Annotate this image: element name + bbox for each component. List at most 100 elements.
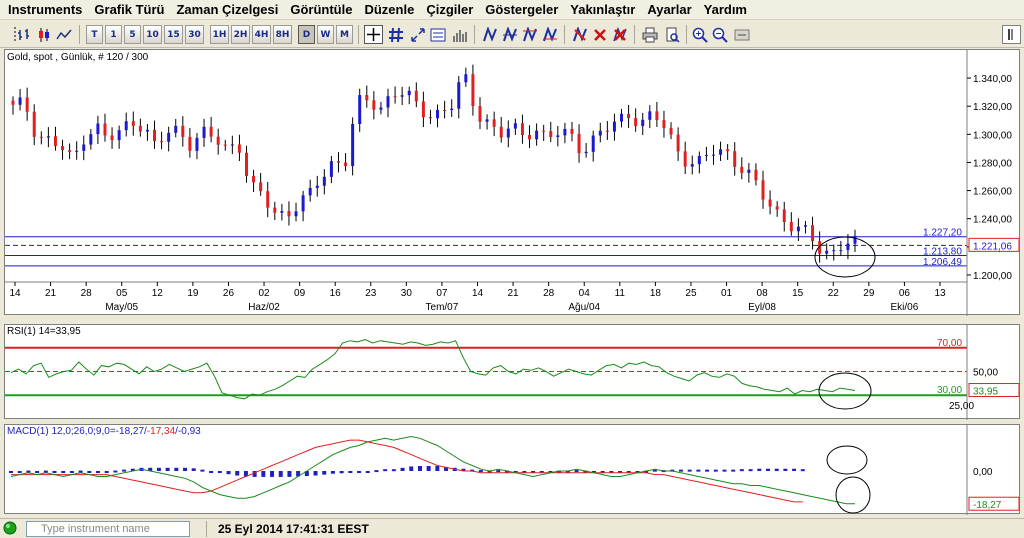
rsi-chart: 70,00 30,00 50,00 25,00 33,95 — [5, 325, 1020, 420]
auto-scale-icon[interactable] — [408, 25, 427, 44]
macd-annotation-circle — [826, 445, 868, 475]
price-tick-label: 1.200,00 — [973, 271, 1012, 282]
instrument-search-input[interactable] — [26, 521, 190, 537]
period-button-30[interactable]: 30 — [185, 25, 204, 44]
date-tick-label: 19 — [187, 288, 199, 299]
menu-zaman-izelgesi[interactable]: Zaman Çizelgesi — [170, 0, 284, 20]
print-preview-icon[interactable] — [662, 25, 681, 44]
macd-histogram-bar — [478, 470, 483, 473]
candle — [181, 116, 185, 147]
menu-instruments[interactable]: Instruments — [2, 0, 88, 20]
macd-histogram-bar — [174, 467, 179, 471]
delete-all-icon[interactable] — [610, 25, 629, 44]
candle — [584, 143, 588, 158]
rsi-last-value: 33,95 — [973, 387, 998, 398]
period-button-m[interactable]: M — [336, 25, 353, 44]
macd-histogram-bar — [574, 470, 579, 473]
line-chart-icon[interactable] — [54, 25, 73, 44]
menu-grafik-t-r-[interactable]: Grafik Türü — [88, 0, 170, 20]
date-tick-label: 26 — [223, 288, 235, 299]
menu-yard-m[interactable]: Yardım — [698, 0, 753, 20]
period-button-t[interactable]: T — [86, 25, 103, 44]
candle — [344, 152, 348, 172]
candle — [400, 86, 404, 106]
macd-histogram-bar — [17, 471, 22, 473]
macd-histogram-bar — [713, 469, 718, 472]
candle — [428, 109, 432, 124]
period-button-5[interactable]: 5 — [124, 25, 141, 44]
date-tick-label: 08 — [757, 288, 769, 299]
candle — [513, 118, 517, 135]
zoom-fit-icon[interactable] — [732, 25, 751, 44]
print-icon[interactable] — [640, 25, 659, 44]
macd-histogram-bar — [313, 471, 318, 476]
menu--izgiler[interactable]: Çizgiler — [420, 0, 479, 20]
bar-chart-icon[interactable] — [14, 25, 33, 44]
candle — [485, 114, 489, 130]
macd-histogram-bar — [226, 471, 231, 475]
period-button-10[interactable]: 10 — [143, 25, 162, 44]
macd-histogram-bar — [705, 469, 710, 472]
period-button-15[interactable]: 15 — [164, 25, 183, 44]
macd-histogram-bar — [800, 469, 805, 472]
candle — [336, 152, 340, 173]
toolbar-separator — [79, 25, 80, 44]
candle — [329, 155, 333, 184]
candle — [733, 142, 737, 176]
candle — [754, 163, 758, 186]
candle — [853, 229, 857, 252]
candle — [669, 122, 673, 140]
date-tick-label: 23 — [365, 288, 377, 299]
macd-histogram-bar — [757, 468, 762, 471]
connection-status-icon — [2, 520, 18, 536]
menu-yak-nla-t-r[interactable]: Yakınlaştır — [564, 0, 641, 20]
candle — [598, 122, 602, 143]
candle — [68, 143, 72, 160]
macd-histogram-bar — [391, 469, 396, 472]
period-button-1h[interactable]: 1H — [210, 25, 229, 44]
indicator-list-icon[interactable] — [428, 25, 447, 44]
macd-histogram-bar — [26, 470, 31, 473]
period-button-w[interactable]: W — [317, 25, 334, 44]
candle — [11, 96, 15, 115]
period-button-1[interactable]: 1 — [105, 25, 122, 44]
candlestick-icon[interactable] — [34, 25, 53, 44]
period-button-d[interactable]: D — [298, 25, 315, 44]
edit-line-icon[interactable] — [570, 25, 589, 44]
channel-icon[interactable] — [500, 25, 519, 44]
zoom-in-icon[interactable] — [690, 25, 709, 44]
period-button-4h[interactable]: 4H — [252, 25, 271, 44]
grid-icon[interactable] — [386, 25, 405, 44]
candle — [280, 203, 284, 221]
trend-line-icon[interactable] — [480, 25, 499, 44]
volume-icon[interactable] — [450, 25, 469, 44]
candle — [697, 151, 701, 174]
candle — [259, 172, 263, 196]
toolbar: T 1 5 10 15 30 1H 2H 4H 8H D W M — [0, 21, 1024, 48]
delete-icon[interactable] — [590, 25, 609, 44]
menu-g-stergeler[interactable]: Göstergeler — [479, 0, 564, 20]
month-label: Tem/07 — [426, 302, 459, 313]
status-bar: 25 Eyl 2014 17:41:31 EEST — [0, 518, 1024, 538]
period-button-8h[interactable]: 8H — [273, 25, 292, 44]
candle — [768, 190, 772, 215]
candle — [634, 108, 638, 132]
macd-histogram-bar — [61, 471, 66, 473]
period-button-2h[interactable]: 2H — [231, 25, 250, 44]
candle — [414, 82, 418, 108]
macd-pane[interactable]: 0,00 -18,27 MACD(1) 12,0;26,0;9,0=-18,27/… — [4, 424, 1020, 515]
macd-histogram-bar — [365, 471, 370, 473]
support-line-label: 1.227,20 — [923, 228, 962, 239]
fibonacci-icon[interactable] — [520, 25, 539, 44]
rsi-pane[interactable]: 70,00 30,00 50,00 25,00 33,95 RSI(1) 14=33,9… — [4, 324, 1020, 420]
zoom-out-icon[interactable] — [710, 25, 729, 44]
menu-ayarlar[interactable]: Ayarlar — [641, 0, 697, 20]
panel-toggle-icon[interactable] — [1002, 25, 1021, 44]
candle — [520, 114, 524, 144]
macd-histogram-bar — [357, 471, 362, 473]
menu-d-zenle[interactable]: Düzenle — [358, 0, 420, 20]
crosshair-icon[interactable] — [364, 25, 383, 44]
price-chart-pane[interactable]: 1.227,20 1.213,80 1.206,49 1.340,00 1.320,00… — [4, 49, 1020, 316]
pitchfork-icon[interactable] — [540, 25, 559, 44]
menu-g-r-nt-le[interactable]: Görüntüle — [284, 0, 358, 20]
